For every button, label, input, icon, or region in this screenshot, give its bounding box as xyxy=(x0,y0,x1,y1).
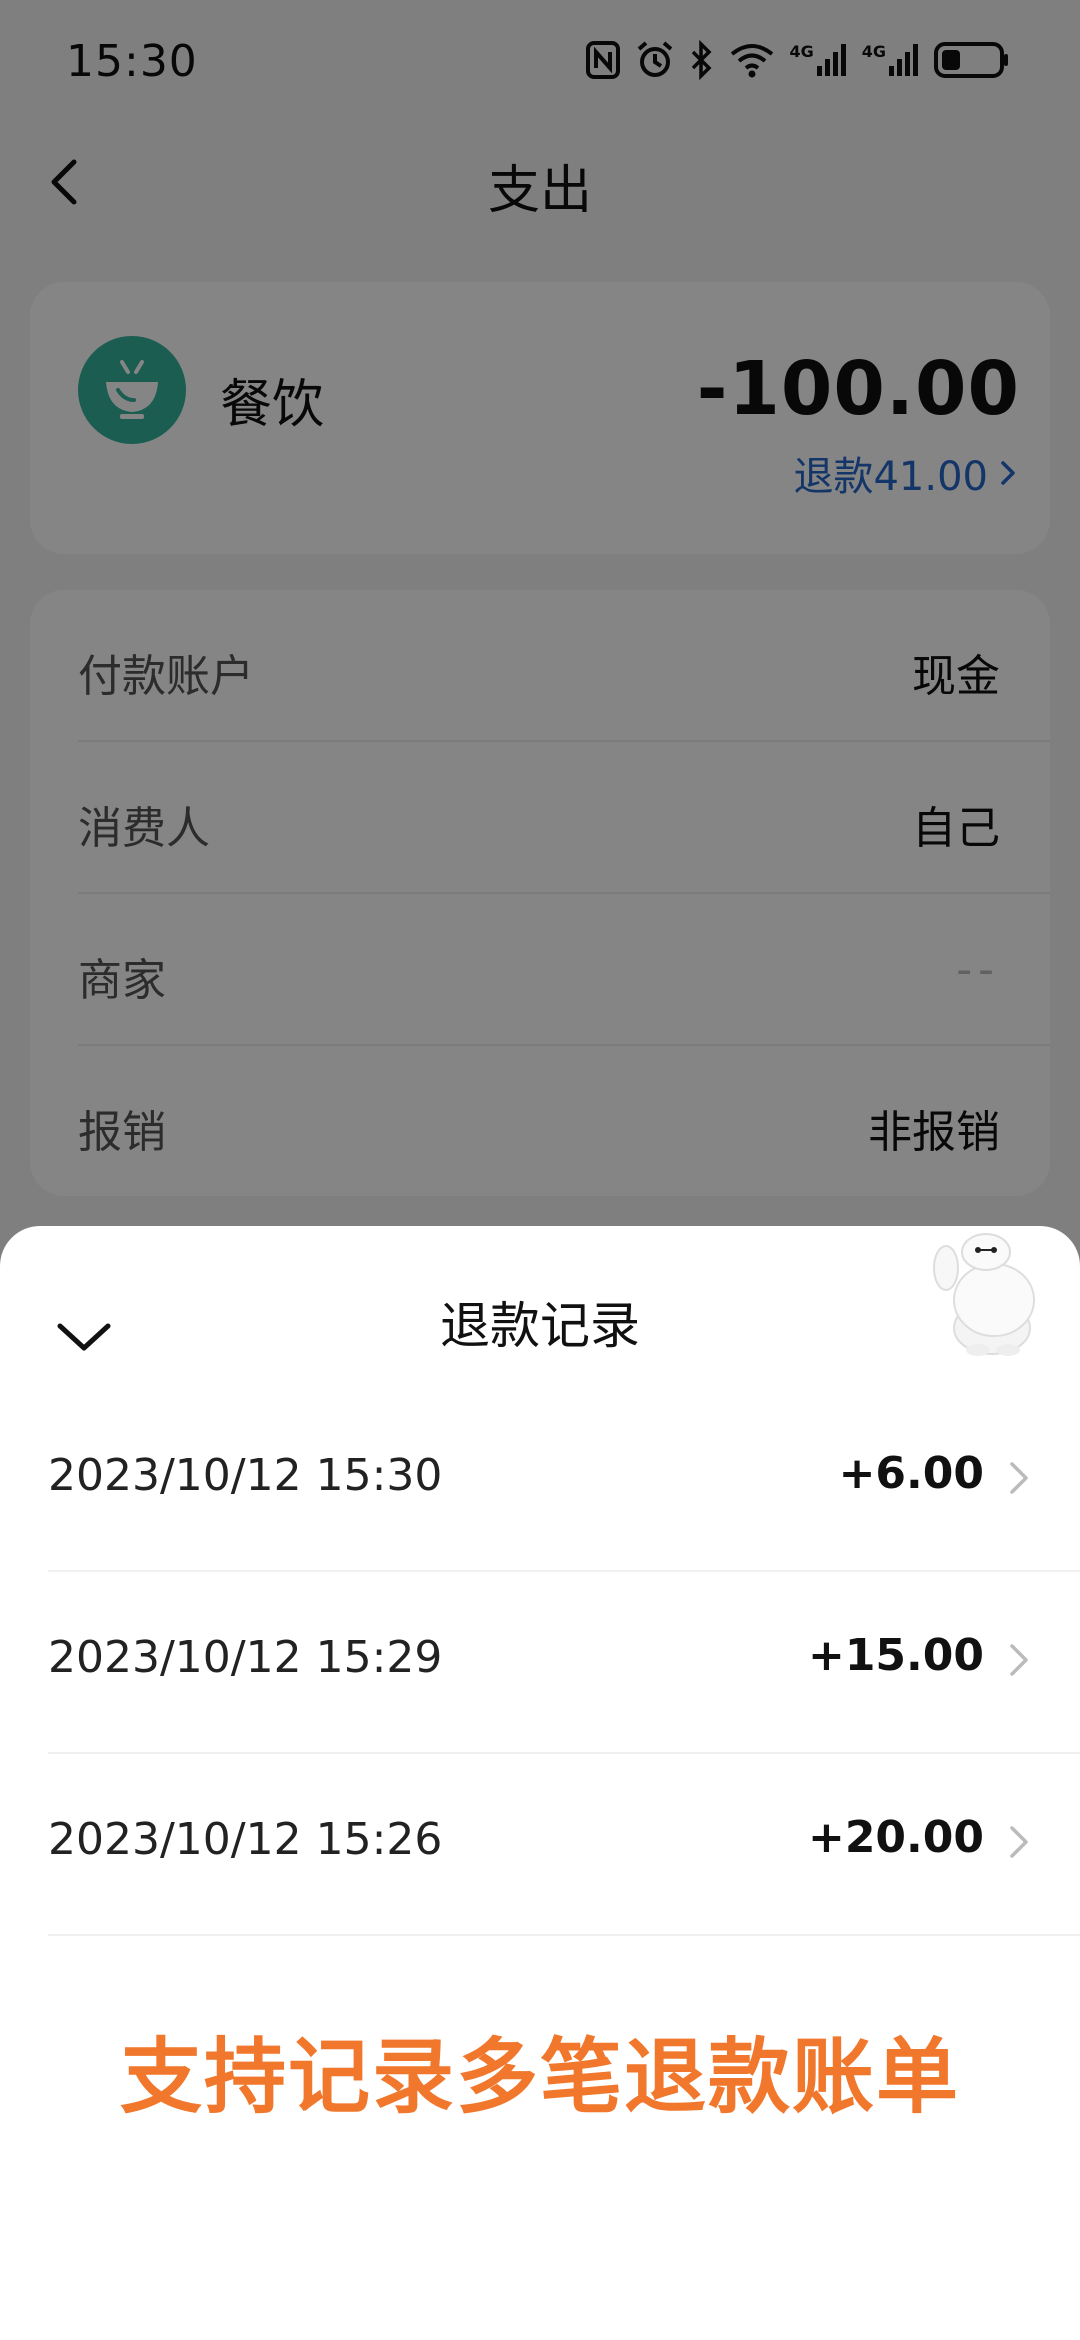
chevron-right-icon xyxy=(1010,1826,1028,1858)
refund-time: 2023/10/12 15:29 xyxy=(48,1632,443,1683)
divider xyxy=(48,1752,1080,1754)
refund-time: 2023/10/12 15:26 xyxy=(48,1814,443,1865)
refund-amount: +6.00 xyxy=(838,1448,984,1499)
refund-record-row[interactable]: 2023/10/12 15:26 +20.00 xyxy=(48,1756,1080,1936)
mascot-icon xyxy=(930,1228,1052,1358)
refund-record-row[interactable]: 2023/10/12 15:30 +6.00 xyxy=(48,1392,1080,1572)
divider xyxy=(48,1934,1080,1936)
refund-time: 2023/10/12 15:30 xyxy=(48,1450,443,1501)
sheet-title: 退款记录 xyxy=(440,1297,640,1355)
promo-caption: 支持记录多笔退款账单 xyxy=(119,2030,960,2125)
refund-records-sheet: 退款记录 2023/10/12 15:30 +6.00 2023/10/12 1… xyxy=(0,1226,1080,2340)
chevron-right-icon xyxy=(1010,1644,1028,1676)
refund-amount: +15.00 xyxy=(807,1630,984,1681)
refund-amount: +20.00 xyxy=(807,1812,984,1863)
refund-record-row[interactable]: 2023/10/12 15:29 +15.00 xyxy=(48,1574,1080,1754)
divider xyxy=(48,1570,1080,1572)
chevron-right-icon xyxy=(1010,1462,1028,1494)
